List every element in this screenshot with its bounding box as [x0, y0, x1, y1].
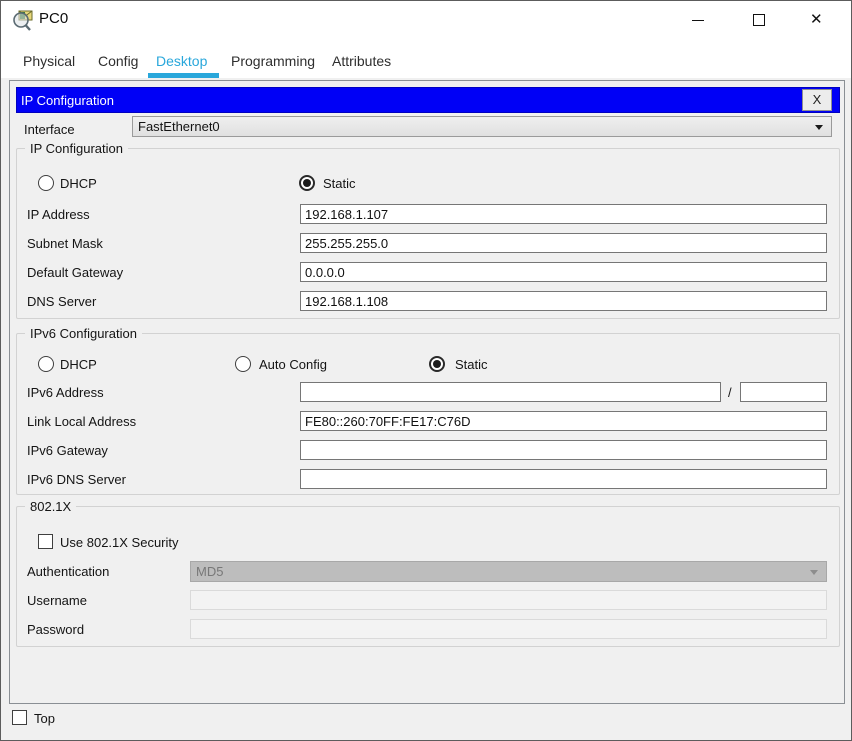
dialog-title: IP Configuration [21, 93, 114, 108]
ipv6-gateway-field[interactable] [300, 440, 827, 460]
interface-label: Interface [24, 122, 75, 137]
ip-address-field[interactable] [300, 204, 827, 224]
pc0-device-window: PC0 ✕ Physical Config Desktop Programmin… [0, 0, 852, 741]
ipv6-prefix-field[interactable] [740, 382, 827, 402]
chevron-down-icon [810, 570, 818, 575]
close-icon: ✕ [810, 11, 823, 28]
authentication-label: Authentication [27, 564, 110, 579]
ipv6-prefix-separator: / [728, 385, 732, 400]
device-tabstrip: Physical Config Desktop Programming Attr… [1, 39, 851, 80]
subnet-mask-label: Subnet Mask [27, 236, 103, 251]
ipv6-auto-config-radio[interactable] [235, 356, 251, 372]
ipv6-gateway-label: IPv6 Gateway [27, 443, 108, 458]
ipv6-configuration-group: IPv6 Configuration DHCP Auto Config Stat… [16, 326, 840, 495]
username-field [190, 590, 827, 610]
minimize-button[interactable] [675, 1, 721, 39]
authentication-select: MD5 [190, 561, 827, 582]
ip-configuration-dialog: IP Configuration X Interface FastEtherne… [9, 80, 845, 704]
minimize-icon [692, 20, 704, 21]
interface-select[interactable]: FastEthernet0 [132, 116, 832, 137]
tab-config[interactable]: Config [98, 53, 138, 69]
dot1x-legend: 802.1X [25, 499, 77, 514]
ip-address-label: IP Address [27, 207, 90, 222]
tab-desktop[interactable]: Desktop [156, 53, 207, 69]
top-checkbox-label[interactable]: Top [34, 711, 55, 726]
ip-configuration-legend: IP Configuration [25, 141, 128, 156]
dialog-close-button[interactable]: X [802, 89, 832, 111]
ipv6-dns-server-label: IPv6 DNS Server [27, 472, 126, 487]
username-label: Username [27, 593, 87, 608]
use-802-1x-security-label[interactable]: Use 802.1X Security [60, 535, 179, 550]
close-button[interactable]: ✕ [797, 1, 843, 39]
chevron-down-icon [815, 125, 823, 130]
tab-programming[interactable]: Programming [231, 53, 315, 69]
interface-selected-value: FastEthernet0 [138, 119, 220, 134]
authentication-selected-value: MD5 [196, 564, 224, 579]
ipv6-address-field[interactable] [300, 382, 721, 402]
dns-server-field[interactable] [300, 291, 827, 311]
password-label: Password [27, 622, 85, 637]
maximize-button[interactable] [736, 1, 782, 39]
subnet-mask-field[interactable] [300, 233, 827, 253]
link-local-address-field[interactable] [300, 411, 827, 431]
ipv6-address-label: IPv6 Address [27, 385, 104, 400]
dialog-titlebar: IP Configuration X [16, 87, 840, 113]
window-title: PC0 [39, 10, 69, 27]
default-gateway-label: Default Gateway [27, 265, 124, 280]
dhcp-radio[interactable] [38, 175, 54, 191]
ipv6-dhcp-radio-label[interactable]: DHCP [60, 357, 97, 372]
packet-tracer-magnifier-icon [13, 10, 33, 31]
tab-physical[interactable]: Physical [23, 53, 75, 69]
link-local-address-label: Link Local Address [27, 414, 137, 429]
use-802-1x-security-checkbox[interactable] [38, 534, 53, 549]
dot1x-group: 802.1X Use 802.1X Security Authenticatio… [16, 499, 840, 647]
ipv6-static-radio[interactable] [429, 356, 445, 372]
top-checkbox[interactable] [12, 710, 27, 725]
ipv6-dhcp-radio[interactable] [38, 356, 54, 372]
password-field [190, 619, 827, 639]
ipv6-auto-config-radio-label[interactable]: Auto Config [259, 357, 327, 372]
ipv6-configuration-legend: IPv6 Configuration [25, 326, 142, 341]
static-radio[interactable] [299, 175, 315, 191]
tab-attributes[interactable]: Attributes [332, 53, 391, 69]
static-radio-label[interactable]: Static [323, 176, 356, 191]
maximize-icon [753, 14, 765, 26]
ipv6-dns-server-field[interactable] [300, 469, 827, 489]
default-gateway-field[interactable] [300, 262, 827, 282]
window-titlebar: PC0 ✕ [1, 1, 851, 39]
ip-configuration-group: IP Configuration DHCP Static IP Address … [16, 141, 840, 319]
dns-server-label: DNS Server [27, 294, 97, 309]
ipv6-static-radio-label[interactable]: Static [455, 357, 488, 372]
dhcp-radio-label[interactable]: DHCP [60, 176, 97, 191]
